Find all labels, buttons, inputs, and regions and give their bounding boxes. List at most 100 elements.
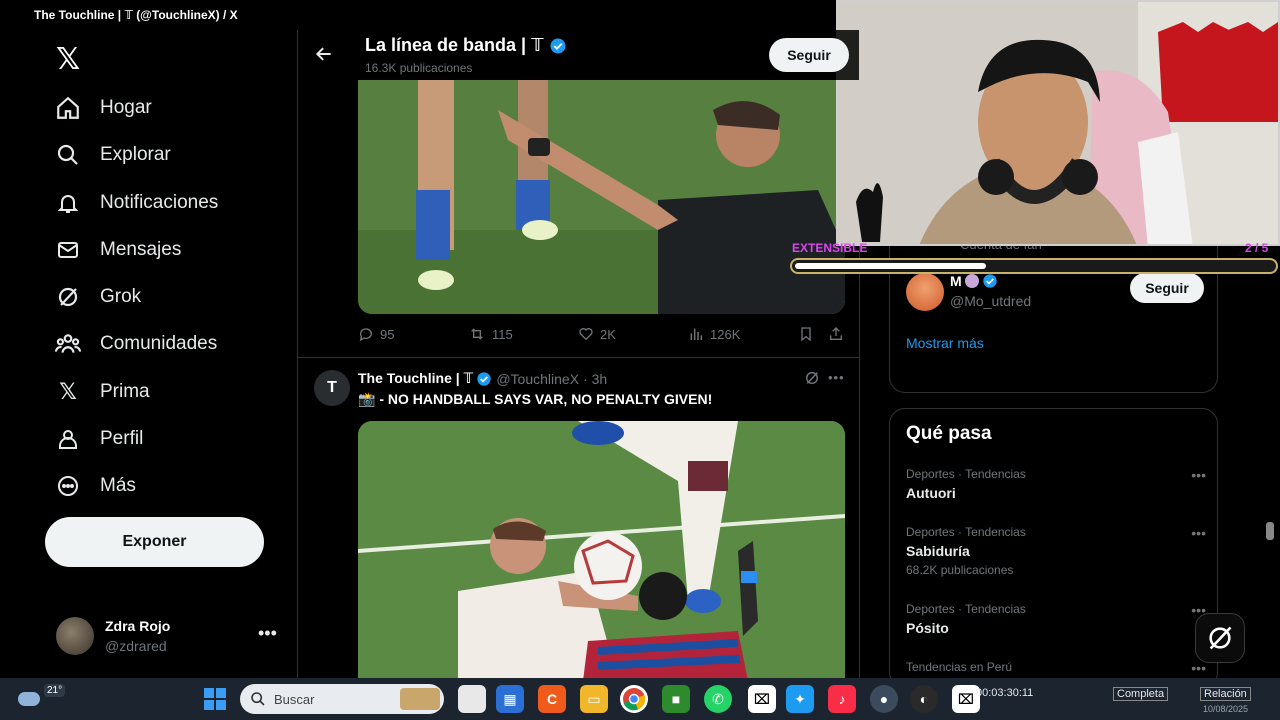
post-actions: 95 115 2K 126K (358, 326, 848, 346)
app-icon[interactable]: C (538, 685, 566, 713)
bell-icon (54, 189, 82, 217)
weather-icon (18, 692, 40, 706)
relacion-button[interactable]: Relación (1200, 687, 1251, 701)
nav-item-messages[interactable]: Mensajes (54, 230, 181, 270)
nav-item-communities[interactable]: Comunidades (54, 324, 217, 364)
author-handle[interactable]: @TouchlineX (496, 371, 579, 387)
post-media-image[interactable] (358, 80, 845, 314)
nav-item-label: Notificaciones (100, 192, 219, 213)
repost-button[interactable]: 115 (468, 326, 513, 342)
obs-icon[interactable]: ◐ (910, 685, 938, 713)
avatar[interactable]: T (314, 370, 350, 406)
author-name[interactable]: The Touchline | 𝕋 (358, 370, 473, 387)
webcam-overlay (836, 0, 1280, 246)
taskbar-search[interactable]: Buscar (240, 684, 444, 714)
store-icon[interactable]: ▦ (496, 685, 524, 713)
post-button[interactable]: Exponer (45, 517, 264, 567)
account-handle: @zdrared (105, 638, 167, 654)
account-switcher[interactable]: Zdra Rojo @zdrared ••• (56, 615, 286, 659)
main-column: La línea de banda | 𝕋 16.3K publicacione… (297, 30, 860, 678)
more-dots-icon[interactable]: ••• (828, 370, 846, 388)
more-dots-icon[interactable]: ••• (1191, 660, 1206, 676)
reply-count: 95 (380, 326, 395, 342)
trend-context: Deportes · Tendencias (906, 467, 1026, 481)
whatsapp-icon[interactable]: ✆ (704, 685, 732, 713)
scrollbar-thumb[interactable] (1266, 522, 1274, 540)
share-button[interactable] (828, 326, 844, 342)
account-name: Zdra Rojo (105, 618, 171, 634)
weather-widget[interactable]: 21° (16, 684, 116, 714)
trend-title: Sabiduría (906, 543, 970, 559)
more-dots-icon[interactable]: ••• (1191, 525, 1206, 541)
nav-item-label: Mensajes (100, 239, 182, 260)
completa-button[interactable]: Completa (1113, 687, 1169, 701)
overlay-label: EXTENSIBLE (792, 241, 868, 255)
trend-context: Deportes · Tendencias (906, 525, 1026, 539)
reply-button[interactable]: 95 (358, 326, 394, 342)
avatar (56, 617, 94, 655)
heart-icon (579, 328, 593, 341)
follow-suggestion-button[interactable]: Seguir (1130, 273, 1204, 303)
view-count: 126K (710, 326, 741, 342)
post-count: 16.3K publicaciones (365, 61, 473, 75)
like-button[interactable]: 2K (578, 326, 616, 342)
repost-icon (471, 328, 483, 340)
post-time[interactable]: · 3h (583, 371, 607, 387)
verified-badge-icon (549, 37, 567, 55)
page-title: La línea de banda | 𝕋 (365, 35, 567, 56)
post-author: The Touchline | 𝕋 @TouchlineX · 3h (358, 370, 607, 387)
reply-icon (359, 328, 372, 342)
nav-item-notifications[interactable]: Notificaciones (54, 183, 218, 223)
person-icon (54, 425, 82, 453)
nav-item-explore[interactable]: Explorar (54, 135, 171, 175)
file-explorer-icon[interactable]: ▭ (580, 685, 608, 713)
back-arrow-icon[interactable] (314, 44, 334, 64)
share-icon (830, 327, 842, 340)
nav-item-profile[interactable]: Perfil (54, 419, 143, 459)
chrome-icon[interactable] (620, 685, 648, 713)
repost-count: 115 (492, 326, 513, 342)
bookmark-button[interactable] (798, 326, 814, 342)
nav-item-more[interactable]: Más (54, 466, 136, 506)
nav-item-grok[interactable]: Grok (54, 277, 141, 317)
trend-item[interactable]: Deportes · Tendencias Autuori ••• (906, 467, 1206, 517)
avatar[interactable] (906, 273, 944, 311)
trend-title: Autuori (906, 485, 956, 501)
show-more-link[interactable]: Mostrar más (906, 335, 984, 351)
search-placeholder: Buscar (274, 691, 315, 707)
minecraft-icon[interactable]: ■ (662, 685, 690, 713)
capcut-icon[interactable]: ⌧ (748, 685, 776, 713)
overlay-count: 2 / 5 (1245, 241, 1269, 255)
post-media-image[interactable] (358, 421, 845, 678)
whats-happening-card: Qué pasa Deportes · Tendencias Autuori •… (889, 408, 1218, 688)
nav-item-label: Perfil (100, 428, 144, 449)
overlay-progress-bar (790, 258, 1278, 274)
nav-item-home[interactable]: Hogar (54, 88, 152, 128)
grok-floating-button[interactable] (1195, 613, 1245, 663)
recording-timer: 00:03:30:11 (976, 687, 1034, 699)
follow-button[interactable]: Seguir (769, 38, 849, 72)
date: 10/08/2025 (1203, 704, 1249, 714)
twitter-icon[interactable]: ✦ (786, 685, 814, 713)
x-logo-icon[interactable]: 𝕏 (56, 42, 80, 77)
page-title-text: La línea de banda | 𝕋 (365, 35, 544, 55)
grok-icon (1209, 626, 1232, 650)
nav-item-label: Prima (100, 381, 150, 402)
mail-icon (54, 236, 82, 264)
views-button[interactable]: 126K (688, 326, 740, 342)
trend-item[interactable]: Deportes · Tendencias Pósito ••• (906, 602, 1206, 652)
temperature: 21° (44, 684, 66, 697)
chrome-profile-icon[interactable]: ● (870, 685, 898, 713)
more-dots-icon[interactable]: ••• (258, 623, 277, 644)
x-logo-icon: 𝕏 (59, 379, 77, 404)
grok-icon[interactable] (804, 370, 822, 388)
task-view-icon[interactable] (458, 685, 486, 713)
trend-context: Tendencias en Perú (906, 660, 1013, 674)
trend-item[interactable]: Deportes · Tendencias Sabiduría 68.2K pu… (906, 525, 1206, 577)
suggestion-name[interactable]: M (950, 273, 998, 289)
windows-start-icon[interactable] (204, 688, 226, 710)
more-dots-icon[interactable]: ••• (1191, 467, 1206, 483)
more-circle-icon (54, 472, 82, 500)
nav-item-premium[interactable]: 𝕏 Prima (54, 372, 150, 412)
music-icon[interactable]: ♪ (828, 685, 856, 713)
